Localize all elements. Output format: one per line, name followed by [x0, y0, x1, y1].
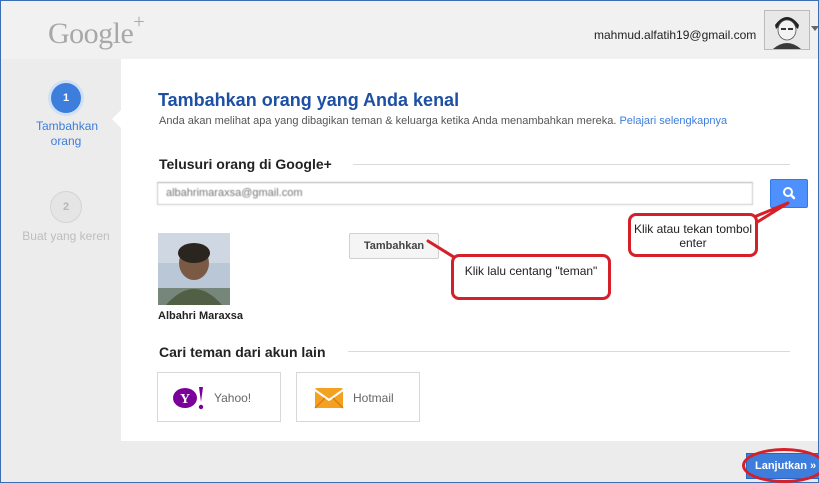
hotmail-button[interactable]: Hotmail	[296, 372, 420, 422]
logo-plus: +	[133, 11, 145, 33]
hotmail-label: Hotmail	[353, 391, 394, 405]
step-number: 1	[51, 83, 81, 113]
search-section-title: Telusuri orang di Google+	[159, 156, 332, 172]
subtitle-text: Anda akan melihat apa yang dibagikan tem…	[159, 115, 617, 127]
avatar[interactable]	[764, 10, 810, 50]
callout-add: Klik lalu centang "teman"	[451, 254, 611, 300]
step-number: 2	[50, 191, 82, 223]
step-make-cool: 2 Buat yang keren	[11, 191, 121, 244]
step-label: Buat yang keren	[22, 229, 110, 243]
person-photo-image	[158, 233, 230, 305]
hotmail-envelope-icon	[314, 388, 344, 409]
person-photo	[158, 233, 230, 305]
step-add-people[interactable]: 1 Tambahkan orang	[11, 83, 121, 149]
svg-text:Y: Y	[180, 392, 190, 407]
learn-more-link[interactable]: Pelajari selengkapnya	[619, 115, 727, 127]
section-divider	[353, 164, 790, 165]
page-subtitle: Anda akan melihat apa yang dibagikan tem…	[159, 115, 727, 127]
continue-highlight-ring	[742, 448, 819, 483]
account-email[interactable]: mahmud.alfatih19@gmail.com	[594, 28, 756, 42]
other-accounts-title: Cari teman dari akun lain	[159, 344, 326, 360]
person-name: Albahri Maraxsa	[158, 310, 243, 322]
yahoo-icon: Y	[173, 387, 204, 410]
page-title: Tambahkan orang yang Anda kenal	[158, 90, 460, 110]
yahoo-button[interactable]: Y Yahoo!	[157, 372, 281, 422]
callout-search: Klik atau tekan tombol enter	[628, 213, 758, 257]
step-label: Tambahkan orang	[36, 119, 99, 148]
yahoo-label: Yahoo!	[214, 391, 252, 405]
logo-text: Google	[48, 17, 134, 50]
avatar-icon	[765, 11, 809, 49]
panel-pointer	[112, 110, 121, 128]
section-divider	[348, 351, 790, 352]
account-menu-caret-icon[interactable]	[811, 26, 819, 31]
search-input[interactable]: albahrimaraxsa@gmail.com	[157, 182, 753, 205]
google-plus-logo[interactable]: Google+	[48, 11, 145, 51]
